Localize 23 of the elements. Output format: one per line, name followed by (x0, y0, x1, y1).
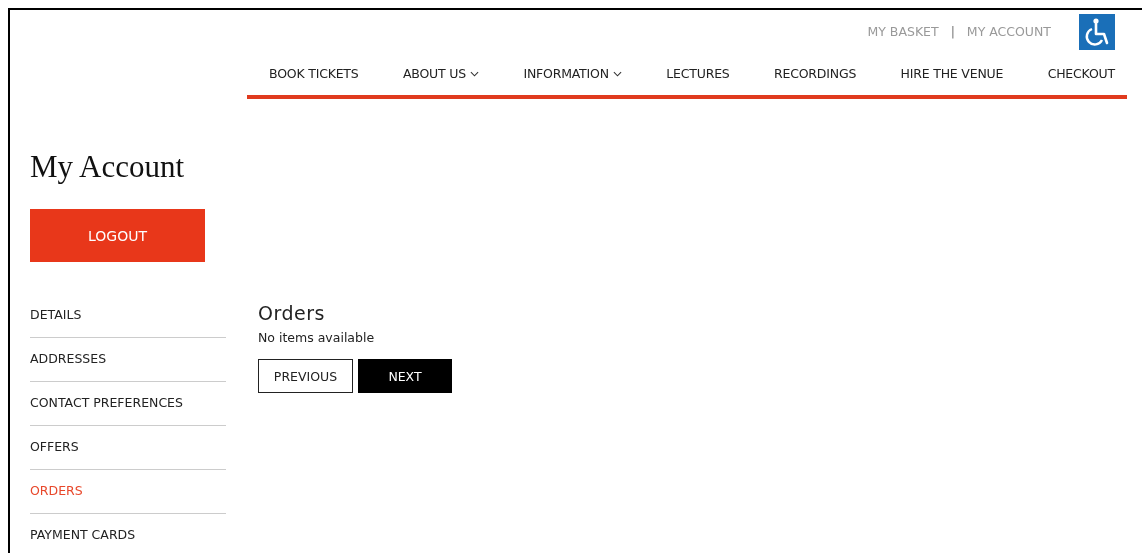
logout-button[interactable]: LOGOUT (30, 209, 205, 262)
nav-link[interactable]: ABOUT US (402, 66, 479, 81)
sidebar-item[interactable]: ORDERS (30, 470, 226, 514)
pagination-button[interactable]: PREVIOUS (258, 359, 353, 393)
nav-link[interactable]: BOOK TICKETS (269, 66, 359, 81)
accessibility-icon[interactable] (1079, 14, 1115, 50)
pagination-button[interactable]: NEXT (358, 359, 452, 393)
separator: | (950, 23, 955, 39)
sidebar-item[interactable]: PAYMENT CARDS (30, 514, 226, 555)
section-title: Orders (258, 302, 326, 324)
sidebar-item[interactable]: ADDRESSES (30, 338, 226, 382)
nav-link[interactable]: CHECKOUT (1047, 66, 1115, 81)
sidebar-item[interactable]: OFFERS (30, 426, 226, 470)
empty-message: No items available (258, 330, 376, 345)
nav-link[interactable]: INFORMATION (523, 66, 622, 81)
sidebar-item[interactable]: CONTACT PREFERENCES (30, 382, 226, 426)
nav-link[interactable]: RECORDINGS (774, 66, 857, 81)
nav-link[interactable]: LECTURES (666, 66, 730, 81)
page-title: My Account (30, 149, 186, 185)
nav-link[interactable]: HIRE THE VENUE (900, 66, 1004, 81)
chevron-down-icon (469, 70, 479, 77)
sidebar-item[interactable]: DETAILS (30, 294, 226, 338)
chevron-down-icon (612, 70, 622, 77)
